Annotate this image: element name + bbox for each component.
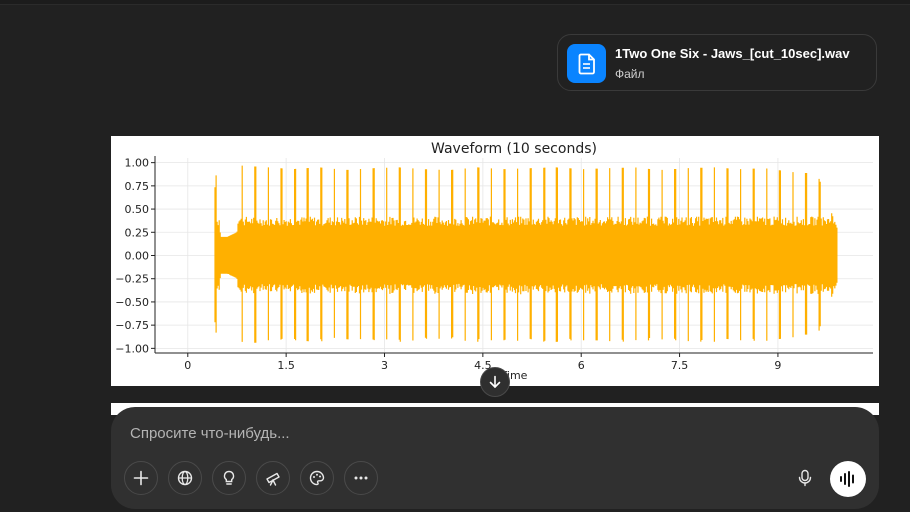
create-image-button[interactable]: [300, 461, 334, 495]
dictate-button[interactable]: [788, 461, 822, 495]
voice-wave-icon: [840, 471, 854, 487]
voice-mode-button[interactable]: [830, 461, 866, 497]
scroll-down-button[interactable]: [480, 367, 510, 397]
web-search-button[interactable]: [168, 461, 202, 495]
waveform-chart-svg: 1.00 0.75 0.50 0.25 0.00 −0.25 −0.50 −0.75 −1.00…: [115, 141, 873, 382]
arrow-down-icon: [489, 375, 501, 388]
more-tools-button[interactable]: [344, 461, 378, 495]
file-attachment-card[interactable]: 1Two One Six - Jaws_[cut_10sec].wav Файл: [557, 34, 877, 91]
lightbulb-icon: [223, 470, 235, 485]
add-button[interactable]: [124, 461, 158, 495]
top-bar: [0, 0, 910, 5]
x-tick-label: 3: [381, 359, 388, 372]
y-tick-label: 0.25: [125, 226, 150, 239]
y-tick-label: −0.75: [115, 319, 149, 332]
plus-icon: [133, 470, 149, 486]
x-tick-label: 6: [578, 359, 585, 372]
palette-icon: [309, 470, 325, 486]
x-tick-label: 1.5: [277, 359, 295, 372]
y-tick-label: −0.25: [115, 273, 149, 286]
y-tick-label: −1.00: [115, 342, 149, 355]
x-tick-label: 9: [774, 359, 781, 372]
file-type-label: Файл: [615, 67, 645, 81]
message-input[interactable]: Спросите что-нибудь...: [130, 425, 730, 442]
y-tick-label: −0.50: [115, 296, 149, 309]
waveform-chart: 1.00 0.75 0.50 0.25 0.00 −0.25 −0.50 −0.75 −1.00…: [111, 136, 879, 386]
y-tick-label: 1.00: [125, 157, 150, 170]
x-tick-label: 0: [184, 359, 191, 372]
deep-research-button[interactable]: [256, 461, 290, 495]
think-button[interactable]: [212, 461, 246, 495]
file-name: 1Two One Six - Jaws_[cut_10sec].wav: [615, 46, 850, 61]
x-tick-label: 7.5: [671, 359, 689, 372]
waveform-series: [214, 165, 838, 343]
microphone-icon: [798, 469, 812, 487]
document-icon: [567, 44, 606, 83]
chart-title: Waveform (10 seconds): [431, 141, 597, 157]
y-tick-label: 0.00: [125, 250, 150, 263]
message-composer: Спросите что-нибудь...: [111, 407, 879, 509]
y-tick-label: 0.75: [125, 180, 150, 193]
more-icon: [354, 476, 368, 480]
globe-icon: [177, 470, 193, 486]
y-tick-label: 0.50: [125, 203, 150, 216]
telescope-icon: [265, 472, 280, 486]
